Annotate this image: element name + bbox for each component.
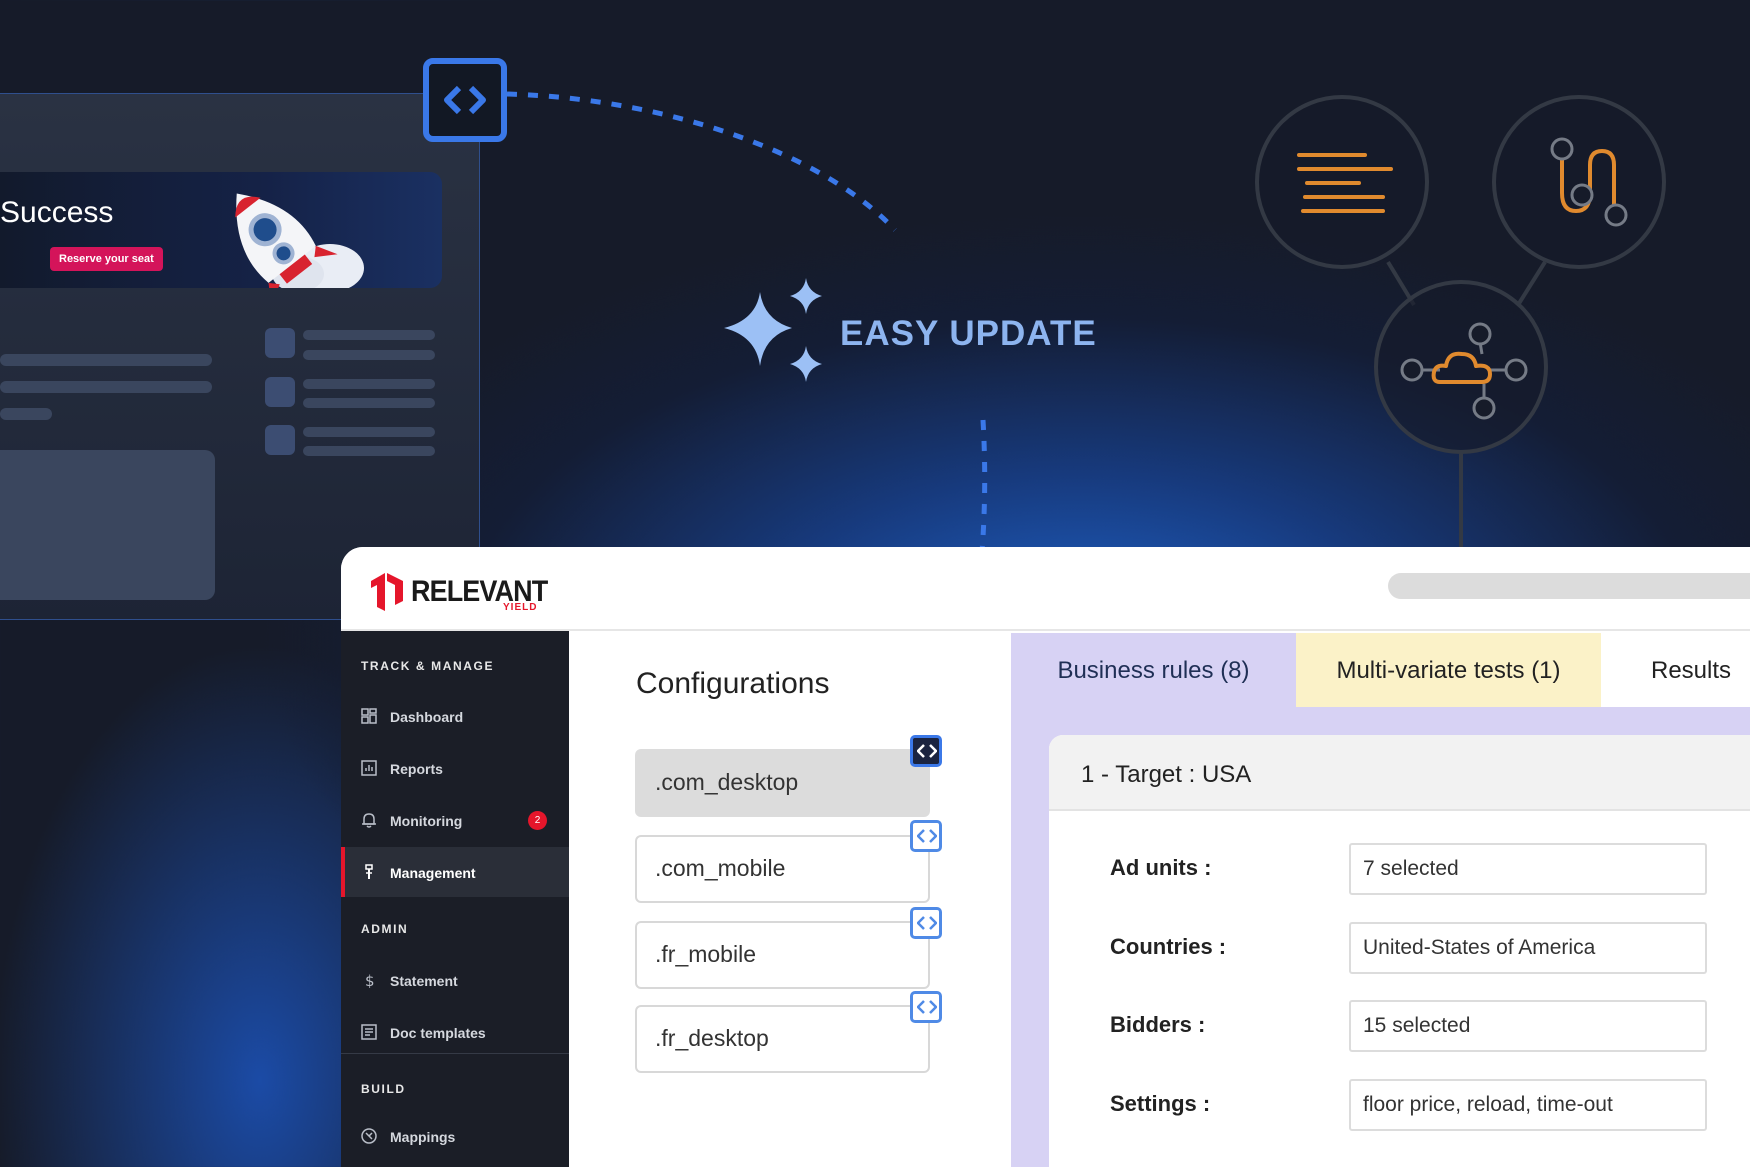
app-window: RELEVANT YIELD TRACK & MANAGE Dashboard …: [341, 547, 1750, 1167]
config-item-fr-mobile[interactable]: .fr_mobile: [635, 921, 930, 989]
placeholder-line: [303, 350, 435, 360]
rule-title: 1 - Target : USA: [1081, 761, 1252, 788]
code-icon[interactable]: [910, 735, 942, 767]
sidebar-divider: [341, 1053, 569, 1054]
sidebar-item-doc-templates[interactable]: Doc templates: [341, 1007, 569, 1057]
cloud-network-icon: [1400, 322, 1528, 420]
search-bar[interactable]: [1388, 573, 1750, 599]
text-lines-icon: [1297, 153, 1393, 213]
settings-field[interactable]: floor price, reload, time-out: [1349, 1079, 1707, 1131]
tab-multi-variate-tests[interactable]: Multi-variate tests (1): [1296, 633, 1601, 707]
placeholder-line: [0, 381, 212, 393]
countries-field[interactable]: United-States of America: [1349, 922, 1707, 974]
code-icon[interactable]: [910, 820, 942, 852]
git-branch-circle: [1492, 95, 1666, 269]
placeholder-line: [303, 330, 435, 340]
svg-text:$: $: [365, 972, 375, 988]
placeholder-image: [0, 450, 215, 600]
field-label-ad-units: Ad units :: [1110, 855, 1212, 880]
rule-card: 1 - Target : USA Ad units : 7 selected C…: [1049, 735, 1750, 1167]
sidebar-item-mappings[interactable]: Mappings: [341, 1111, 569, 1161]
reserve-seat-button[interactable]: Reserve your seat: [50, 247, 163, 271]
sidebar-item-label: Statement: [390, 973, 458, 989]
notification-badge: 2: [528, 811, 547, 830]
placeholder-line: [303, 427, 435, 437]
app-header: RELEVANT YIELD: [341, 547, 1750, 631]
sidebar-item-label: Doc templates: [390, 1025, 486, 1041]
sidebar-section-admin: ADMIN: [361, 922, 409, 936]
config-item-com-mobile[interactable]: .com_mobile: [635, 835, 930, 903]
text-lines-circle: [1255, 95, 1429, 269]
placeholder-square: [265, 377, 295, 407]
placeholder-square: [265, 425, 295, 455]
sidebar-item-label: Management: [390, 865, 476, 881]
ad-units-field[interactable]: 7 selected: [1349, 843, 1707, 895]
sparkles-icon: [724, 278, 822, 382]
tab-business-rules[interactable]: Business rules (8): [1011, 633, 1296, 707]
placeholder-line: [303, 398, 435, 408]
sidebar-item-monitoring[interactable]: Monitoring 2: [341, 795, 569, 845]
brand-sub: YIELD: [503, 602, 538, 613]
code-icon[interactable]: [910, 907, 942, 939]
document-icon: [361, 1024, 377, 1040]
sidebar-item-label: Mappings: [390, 1129, 456, 1145]
relevant-yield-logo-icon: [371, 573, 403, 611]
placeholder-line: [303, 379, 435, 389]
rules-panel: Business rules (8) Multi-variate tests (…: [1011, 633, 1750, 1167]
rule-header[interactable]: 1 - Target : USA: [1049, 735, 1750, 811]
field-label-bidders: Bidders :: [1110, 1012, 1206, 1037]
sidebar-item-reports[interactable]: Reports: [341, 743, 569, 793]
git-branch-icon: [1550, 137, 1628, 227]
sidebar: TRACK & MANAGE Dashboard Reports Monitor…: [341, 631, 569, 1167]
sidebar-item-statement[interactable]: $ Statement: [341, 955, 569, 1005]
field-label-countries: Countries :: [1110, 934, 1227, 959]
placeholder-line: [0, 408, 52, 420]
sidebar-item-label: Reports: [390, 761, 443, 777]
promo-banner: Success Reserve your seat: [0, 172, 442, 288]
sidebar-item-dashboard[interactable]: Dashboard: [341, 691, 569, 741]
dashboard-icon: [361, 708, 377, 724]
bidders-field[interactable]: 15 selected: [1349, 1000, 1707, 1052]
mappings-icon: [361, 1128, 377, 1144]
sidebar-item-label: Dashboard: [390, 709, 464, 725]
config-item-com-desktop[interactable]: .com_desktop: [635, 749, 930, 817]
sidebar-section-track-manage: TRACK & MANAGE: [361, 659, 495, 673]
bell-icon: [362, 813, 376, 828]
config-item-fr-desktop[interactable]: .fr_desktop: [635, 1005, 930, 1073]
code-icon: [423, 58, 507, 142]
cloud-network-circle: [1374, 280, 1548, 454]
sidebar-section-build: BUILD: [361, 1082, 406, 1096]
rocket-icon: [235, 193, 364, 288]
tab-results[interactable]: Results: [1601, 633, 1750, 707]
dollar-icon: $: [365, 972, 375, 988]
placeholder-line: [303, 446, 435, 456]
configurations-title: Configurations: [636, 667, 830, 700]
promo-title: Success: [0, 196, 114, 229]
easy-update-headline: EASY UPDATE: [840, 314, 1097, 353]
sidebar-item-management[interactable]: Management: [341, 847, 569, 897]
reports-icon: [361, 760, 377, 776]
placeholder-square: [265, 328, 295, 358]
placeholder-line: [0, 354, 212, 366]
field-label-settings: Settings :: [1110, 1091, 1211, 1116]
code-icon[interactable]: [910, 991, 942, 1023]
sidebar-item-label: Monitoring: [390, 813, 463, 829]
management-icon: [365, 864, 373, 879]
